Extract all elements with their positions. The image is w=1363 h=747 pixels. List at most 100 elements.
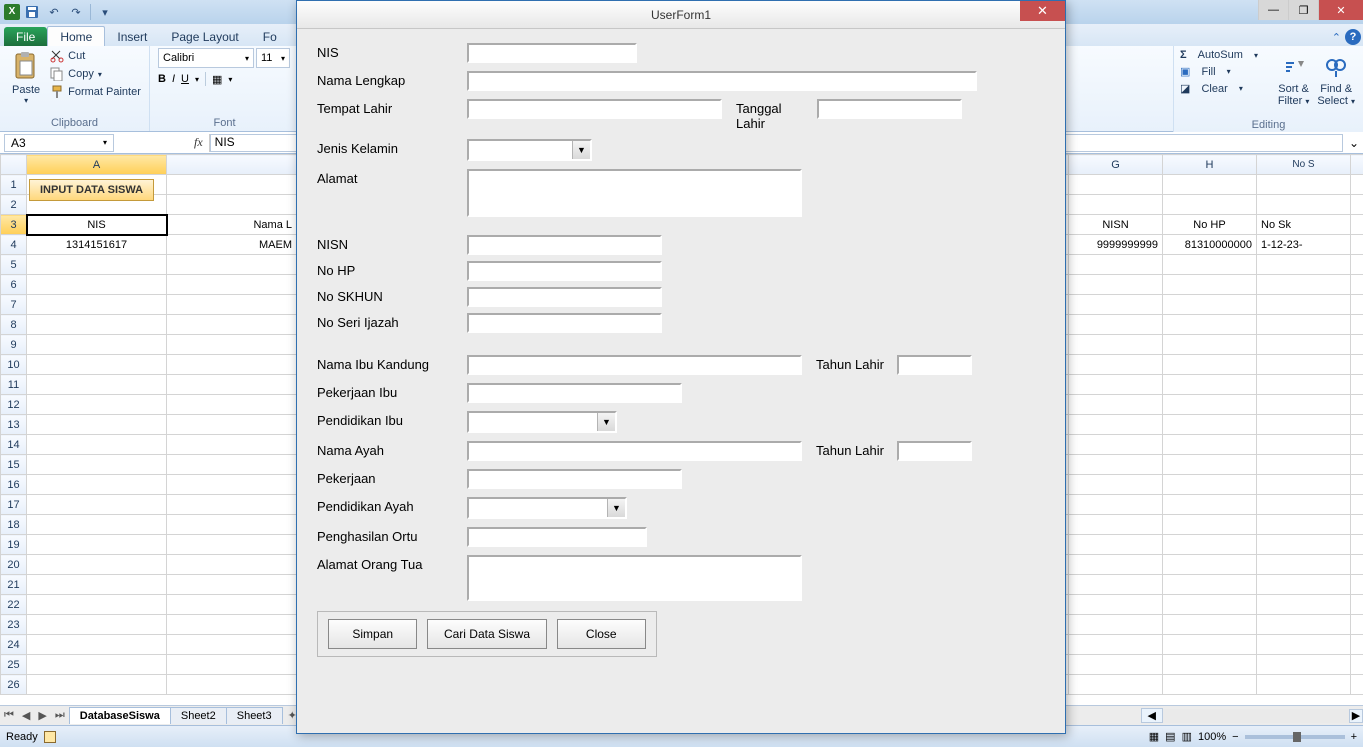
cell[interactable] [1163,595,1257,615]
input-nama-ayah[interactable] [467,441,802,461]
row-header[interactable]: 25 [1,655,27,675]
row-header[interactable]: 6 [1,275,27,295]
cell[interactable] [167,575,297,595]
dialog-titlebar[interactable]: UserForm1 ✕ [297,1,1065,29]
input-tahun-lahir-ibu[interactable] [897,355,972,375]
cell[interactable] [167,675,297,695]
input-pekerjaan-ayah[interactable] [467,469,682,489]
tab-home[interactable]: Home [47,26,105,46]
cell[interactable] [1069,455,1163,475]
underline-button[interactable]: U [181,73,189,85]
cell[interactable] [167,355,297,375]
cell[interactable] [167,335,297,355]
row-header[interactable]: 11 [1,375,27,395]
cell[interactable] [167,595,297,615]
zoom-out-button[interactable]: − [1232,731,1238,743]
tab-page-layout[interactable]: Page Layout [159,27,250,46]
row-header[interactable]: 13 [1,415,27,435]
cell[interactable]: 9999999999 [1069,235,1163,255]
border-dropdown-icon[interactable]: ▾ [228,75,232,84]
cell[interactable] [1069,515,1163,535]
cell[interactable] [1351,335,1363,355]
cell[interactable] [1351,175,1363,195]
cell[interactable] [1163,175,1257,195]
cell[interactable] [1351,495,1363,515]
cell[interactable] [27,295,167,315]
col-header-H[interactable]: H [1163,155,1257,175]
cell[interactable] [167,255,297,275]
qat-customize-icon[interactable]: ▾ [95,3,115,21]
sheet-nav-first-icon[interactable]: ⏮ [0,709,18,722]
cell[interactable] [1163,555,1257,575]
row-header[interactable]: 2 [1,195,27,215]
cell[interactable] [1163,535,1257,555]
hscroll-right-icon[interactable]: ▶ [1349,709,1363,723]
sheet-tab-active[interactable]: DatabaseSiswa [69,707,171,724]
view-pagelayout-icon[interactable]: ▤ [1165,730,1175,743]
cell[interactable]: NIS [27,215,167,235]
cell[interactable] [1351,555,1363,575]
cell[interactable] [1351,535,1363,555]
qat-save-icon[interactable] [22,3,42,21]
cell[interactable] [1257,295,1351,315]
input-nama-lengkap[interactable] [467,71,977,91]
cell[interactable] [1351,395,1363,415]
cell[interactable] [1163,315,1257,335]
cell[interactable] [1257,175,1351,195]
border-button[interactable]: ▦ [212,73,222,86]
row-header[interactable]: 14 [1,435,27,455]
simpan-button[interactable]: Simpan [328,619,417,649]
cell[interactable] [1163,615,1257,635]
input-tahun-lahir-ayah[interactable] [897,441,972,461]
cut-button[interactable]: Cut [48,48,143,64]
input-data-siswa-button[interactable]: INPUT DATA SISWA [29,179,154,201]
window-minimize-button[interactable]: — [1258,0,1288,20]
hscroll-left-icon[interactable]: ◀ [1141,708,1163,723]
col-header-I[interactable]: No S [1257,155,1351,175]
cell[interactable] [1351,575,1363,595]
cell[interactable] [167,635,297,655]
combo-pendidikan-ayah[interactable]: ▼ [467,497,627,519]
select-all-cell[interactable] [1,155,27,175]
cell[interactable] [1257,575,1351,595]
row-header[interactable]: 22 [1,595,27,615]
view-normal-icon[interactable]: ▦ [1149,730,1159,743]
cell[interactable] [1257,455,1351,475]
cell[interactable] [167,495,297,515]
combo-jenis-kelamin[interactable]: ▼ [467,139,592,161]
cell[interactable] [167,375,297,395]
cell[interactable] [1069,255,1163,275]
cell[interactable] [167,615,297,635]
paste-button[interactable]: Paste ▾ [8,48,44,107]
cell[interactable]: 1314151617 [27,235,167,255]
cell[interactable] [27,335,167,355]
cell[interactable] [1351,435,1363,455]
cell[interactable] [1257,655,1351,675]
cell[interactable] [27,275,167,295]
cell[interactable]: 1-12-23- [1257,235,1351,255]
row-header[interactable]: 21 [1,575,27,595]
cell[interactable] [1069,355,1163,375]
row-header[interactable]: 15 [1,455,27,475]
cell[interactable]: NISN [1069,215,1163,235]
cell[interactable] [1257,535,1351,555]
cell[interactable] [1351,355,1363,375]
cell[interactable] [27,655,167,675]
row-header[interactable]: 26 [1,675,27,695]
cell[interactable]: No HP [1163,215,1257,235]
cell[interactable] [1163,435,1257,455]
cell[interactable] [167,195,297,215]
input-nama-ibu[interactable] [467,355,802,375]
cell[interactable] [1069,655,1163,675]
input-no-hp[interactable] [467,261,662,281]
fx-button[interactable]: fx [188,134,210,152]
cell[interactable] [1351,515,1363,535]
close-button[interactable]: Close [557,619,646,649]
cell[interactable] [27,415,167,435]
cell[interactable] [1257,635,1351,655]
find-select-button[interactable]: Find & Select ▾ [1313,48,1359,116]
cell[interactable] [1257,495,1351,515]
cell[interactable] [1351,635,1363,655]
cell[interactable] [167,475,297,495]
cell[interactable] [167,415,297,435]
